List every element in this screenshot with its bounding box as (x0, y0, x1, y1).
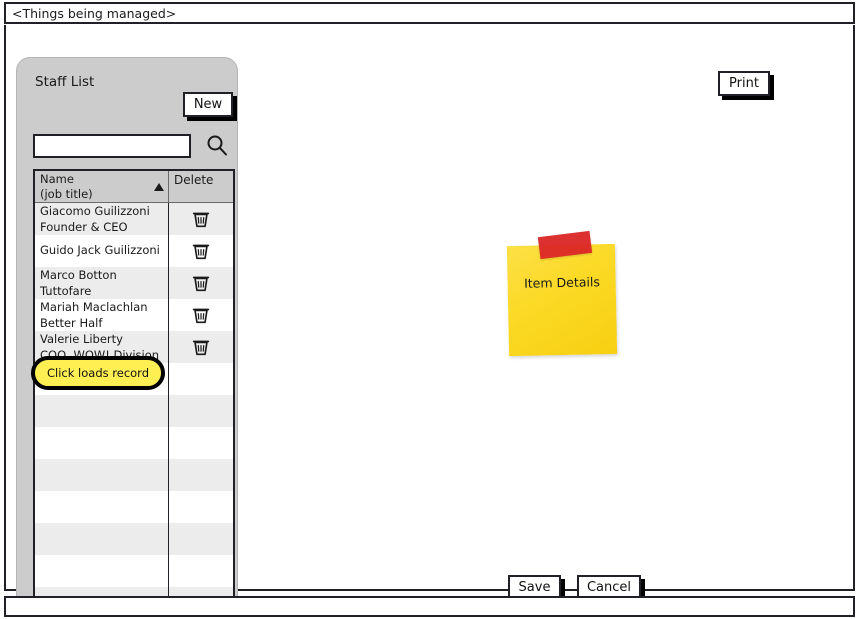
column-header-name-line2: (job title) (40, 186, 93, 201)
table-header-row: Name (job title) Delete (35, 171, 233, 203)
table-row[interactable] (35, 555, 233, 587)
column-header-name[interactable]: Name (job title) (35, 171, 169, 202)
cell-delete (169, 395, 233, 427)
trash-icon (192, 276, 210, 292)
cell-name-person: Giacomo Guilizzoni (40, 204, 150, 218)
cell-name[interactable]: Giacomo Guilizzoni Founder & CEO (35, 203, 169, 235)
column-header-delete-label: Delete (174, 173, 214, 187)
cell-delete[interactable] (169, 267, 233, 299)
table-body: Giacomo Guilizzoni Founder & CEO Guido Jac… (35, 203, 233, 604)
staff-list-panel: Staff List New Name (job title) Delete G… (16, 57, 238, 614)
item-details-sticky-note: Item Details (506, 230, 638, 361)
table-row[interactable]: Giacomo Guilizzoni Founder & CEO (35, 203, 233, 235)
cell-name-job-title: Better Half (40, 316, 103, 330)
cell-name[interactable] (35, 395, 169, 427)
cell-delete (169, 363, 233, 395)
cell-delete[interactable] (169, 299, 233, 331)
cell-name[interactable] (35, 555, 169, 587)
cell-delete[interactable] (169, 235, 233, 267)
cell-name[interactable] (35, 459, 169, 491)
cell-name-job-title: Tuttofare (40, 284, 92, 298)
column-header-delete: Delete (169, 171, 233, 202)
cell-name[interactable]: Mariah Maclachlan Better Half (35, 299, 169, 331)
cell-delete (169, 555, 233, 587)
table-row[interactable]: Guido Jack Guilizzoni (35, 235, 233, 267)
table-row[interactable]: Mariah Maclachlan Better Half (35, 299, 233, 331)
sticky-note-paper (506, 243, 618, 357)
cell-name[interactable] (35, 491, 169, 523)
cell-delete (169, 427, 233, 459)
cell-name[interactable] (35, 523, 169, 555)
sort-ascending-icon[interactable] (154, 183, 164, 191)
status-bar (4, 596, 855, 617)
cell-delete (169, 459, 233, 491)
cell-name[interactable]: Guido Jack Guilizzoni (35, 235, 169, 267)
cell-name-person: Marco Botton (40, 268, 117, 282)
table-row[interactable] (35, 427, 233, 459)
table-row[interactable]: Marco Botton Tuttofare (35, 267, 233, 299)
trash-icon (192, 308, 210, 324)
cell-name[interactable] (35, 427, 169, 459)
column-header-name-line1: Name (40, 172, 74, 186)
window-title: <Things being managed> (12, 5, 177, 21)
trash-icon (192, 244, 210, 260)
cell-name[interactable]: Marco Botton Tuttofare (35, 267, 169, 299)
sticky-note-label: Item Details (523, 274, 601, 291)
main-content-frame: Staff List New Name (job title) Delete G… (4, 25, 855, 614)
cell-name-job-title: Founder & CEO (40, 220, 128, 234)
trash-icon (192, 212, 210, 228)
new-button[interactable]: New (183, 92, 233, 117)
search-icon[interactable] (203, 132, 231, 160)
cell-name-person: Mariah Maclachlan (40, 300, 148, 314)
panel-title: Staff List (35, 74, 95, 90)
print-button[interactable]: Print (718, 71, 770, 96)
cell-delete (169, 523, 233, 555)
cell-delete[interactable] (169, 331, 233, 363)
search-input[interactable] (33, 134, 191, 158)
cell-delete (169, 491, 233, 523)
table-row[interactable] (35, 491, 233, 523)
table-row[interactable] (35, 523, 233, 555)
trash-icon (192, 340, 210, 356)
table-row[interactable] (35, 395, 233, 427)
cell-delete[interactable] (169, 203, 233, 235)
cell-name-person: Guido Jack Guilizzoni (40, 243, 160, 257)
window-title-bar: <Things being managed> (4, 2, 855, 24)
click-loads-record-annotation: Click loads record (31, 356, 165, 390)
cell-name-person: Valerie Liberty (40, 332, 123, 346)
table-row[interactable] (35, 459, 233, 491)
